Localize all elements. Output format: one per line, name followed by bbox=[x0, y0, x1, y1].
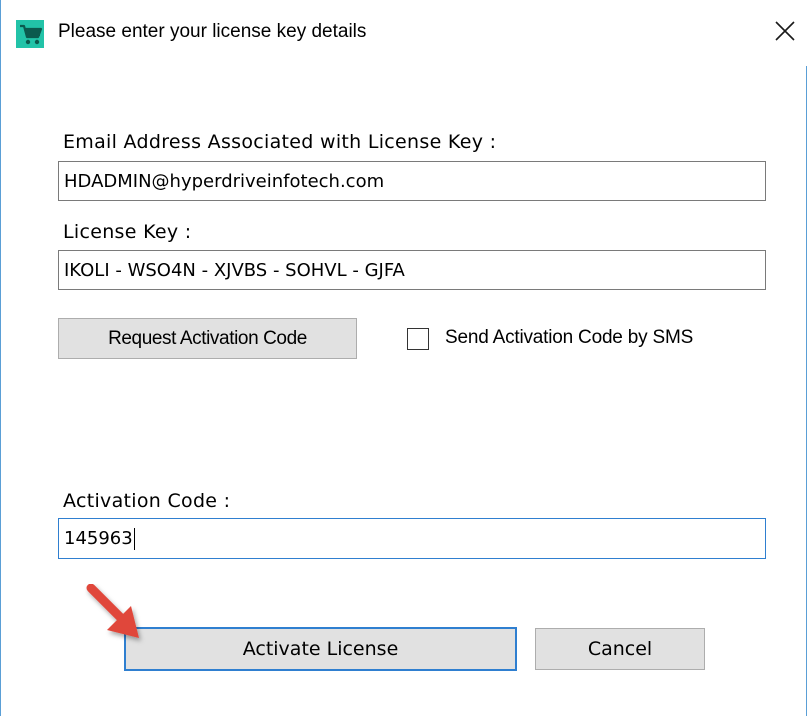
close-icon bbox=[775, 21, 795, 45]
title-bar: Please enter your license key details bbox=[1, 0, 808, 66]
window-title: Please enter your license key details bbox=[58, 21, 367, 42]
license-key-field-value: IKOLI - WSO4N - XJVBS - SOHVL - GJFA bbox=[64, 259, 405, 281]
cancel-button[interactable]: Cancel bbox=[535, 628, 705, 670]
license-key-label: License Key : bbox=[63, 221, 192, 243]
close-button[interactable] bbox=[763, 12, 807, 54]
shopping-cart-icon bbox=[15, 20, 45, 48]
activation-code-label: Activation Code : bbox=[63, 490, 231, 512]
license-dialog: Please enter your license key details Em… bbox=[0, 0, 808, 716]
text-cursor bbox=[133, 527, 135, 550]
red-arrow-icon bbox=[83, 583, 153, 650]
activation-code-field[interactable]: 145963 bbox=[58, 518, 766, 559]
cancel-label: Cancel bbox=[587, 638, 653, 660]
activation-code-field-value: 145963 bbox=[64, 528, 133, 549]
activate-license-label: Activate License bbox=[242, 638, 399, 660]
license-key-field[interactable]: IKOLI - WSO4N - XJVBS - SOHVL - GJFA bbox=[58, 250, 766, 290]
activate-license-button[interactable]: Activate License bbox=[124, 627, 517, 671]
request-activation-code-button[interactable]: Request Activation Code bbox=[58, 318, 357, 359]
send-sms-checkbox[interactable] bbox=[407, 328, 429, 350]
send-sms-checkbox-label[interactable]: Send Activation Code by SMS bbox=[445, 327, 693, 349]
email-field-value: HDADMIN@hyperdriveinfotech.com bbox=[64, 170, 385, 192]
email-field[interactable]: HDADMIN@hyperdriveinfotech.com bbox=[58, 161, 766, 201]
email-label: Email Address Associated with License Ke… bbox=[63, 131, 497, 153]
request-activation-code-label: Request Activation Code bbox=[108, 327, 307, 349]
